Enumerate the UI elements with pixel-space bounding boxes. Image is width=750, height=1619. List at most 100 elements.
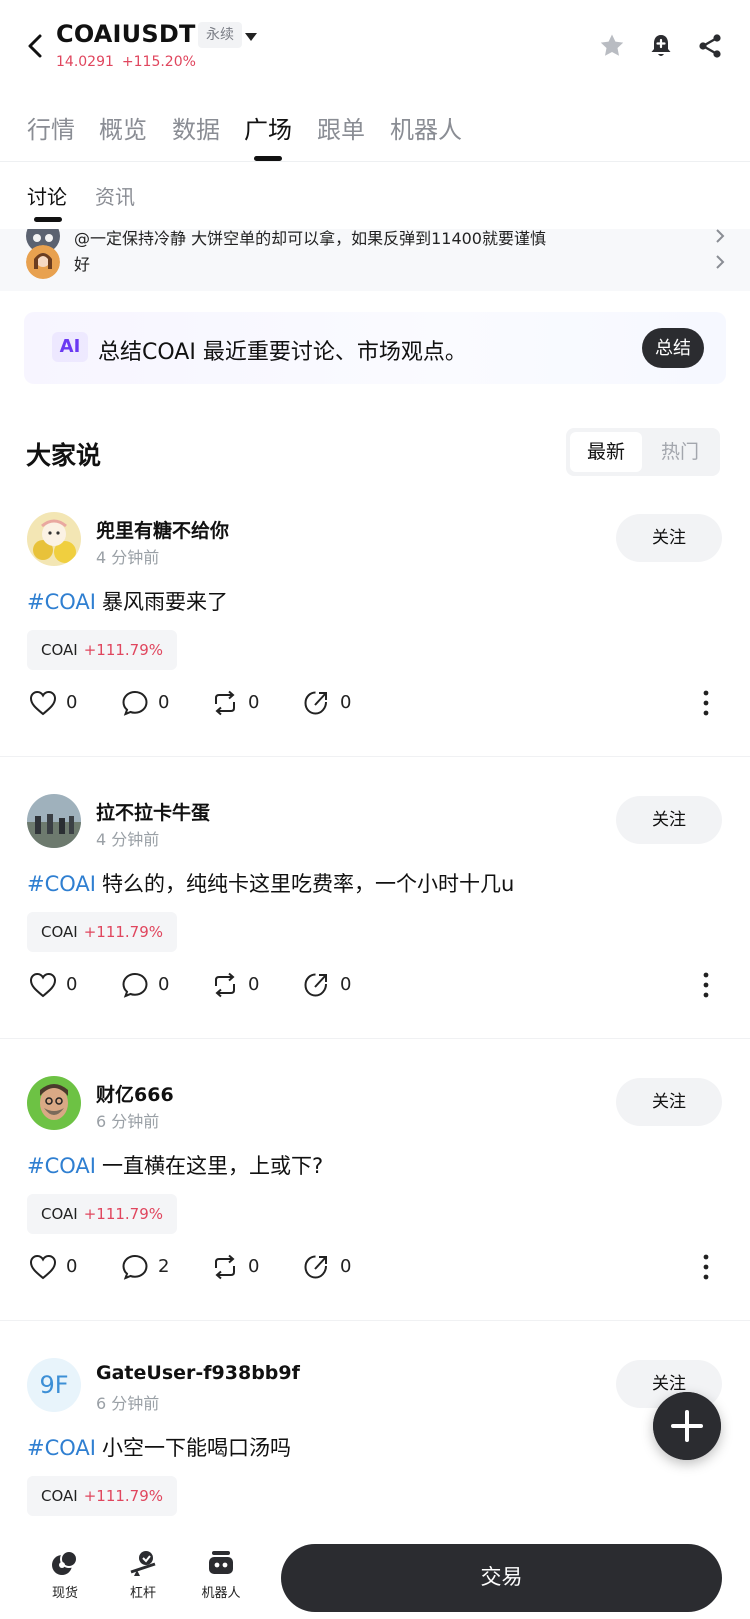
tab-bots[interactable]: 机器人: [390, 110, 462, 145]
pinned-messages: @一定保持冷静 大饼空单的却可以拿，如果反弹到11400就要谨慎 好: [0, 229, 750, 291]
coin-change: +111.79%: [83, 1487, 164, 1505]
subtab-discussion[interactable]: 讨论: [27, 181, 67, 210]
username[interactable]: 兜里有糖不给你: [96, 516, 229, 543]
repost-icon: [215, 972, 235, 998]
summarize-button[interactable]: 总结: [642, 328, 704, 368]
post-time: 4 分钟前: [96, 830, 160, 849]
post-text: 暴风雨要来了: [101, 590, 228, 614]
subtab-news[interactable]: 资讯: [95, 181, 135, 210]
comment-count: 2: [158, 1256, 170, 1277]
post-text: 特么的，纯纯卡这里吃费率，一个小时十几u: [101, 872, 515, 896]
coin-symbol: COAI: [41, 1205, 78, 1223]
coin-chip[interactable]: COAI +111.79%: [27, 1194, 178, 1234]
coin-chip[interactable]: COAI +111.79%: [27, 630, 178, 670]
last-price: 14.0291: [56, 54, 114, 70]
active-tab-indicator: [254, 156, 282, 161]
heart-icon: [29, 972, 57, 998]
share-count: 0: [340, 974, 352, 995]
post-content[interactable]: #COAI 一直横在这里，上或下?: [27, 1150, 323, 1180]
price-line: 14.0291 +115.20%: [56, 54, 196, 70]
ai-summary-text: 总结COAI 最近重要讨论、市场观点。: [98, 340, 467, 365]
tab-data[interactable]: 数据: [172, 110, 220, 145]
post-time: 4 分钟前: [96, 548, 160, 567]
username[interactable]: GateUser-f938bb9f: [96, 1362, 300, 1384]
tab-market[interactable]: 行情: [27, 110, 75, 145]
follow-button[interactable]: 关注: [616, 1078, 722, 1126]
more-vertical-icon[interactable]: [700, 970, 712, 1000]
username[interactable]: 拉不拉卡牛蛋: [96, 798, 210, 825]
chevron-right-icon: [716, 229, 725, 243]
share-arrow-icon: [304, 1255, 327, 1279]
post-content[interactable]: #COAI 暴风雨要来了: [27, 586, 228, 616]
hashtag-link[interactable]: #COAI: [27, 1436, 96, 1460]
tab-square[interactable]: 广场: [244, 110, 292, 145]
avatar[interactable]: [27, 1076, 81, 1130]
repost-count: 0: [248, 1256, 260, 1277]
divider: [0, 1320, 750, 1321]
pinned-text: 好: [74, 255, 91, 274]
nav-label: 杠杆: [129, 1586, 156, 1601]
pair-title[interactable]: COAIUSDT: [56, 20, 196, 48]
create-post-plus-icon[interactable]: [653, 1392, 721, 1460]
repost-count: 0: [248, 974, 260, 995]
caret-down-icon[interactable]: [244, 32, 258, 42]
like-count: 0: [66, 692, 78, 713]
nav-spot[interactable]: 现货: [32, 1548, 98, 1601]
hashtag-link[interactable]: #COAI: [27, 590, 96, 614]
tab-copy-trading[interactable]: 跟单: [317, 110, 365, 145]
sub-tab-bar: 讨论 资讯: [0, 163, 750, 229]
ai-badge: AI: [52, 332, 88, 362]
margin-scale-icon: [130, 1551, 156, 1576]
username[interactable]: 财亿666: [96, 1080, 174, 1107]
post-content[interactable]: #COAI 小空一下能喝口汤吗: [27, 1432, 291, 1462]
feed-title: 大家说: [26, 441, 102, 470]
divider: [0, 1038, 750, 1039]
hashtag-link[interactable]: #COAI: [27, 1154, 96, 1178]
share-icon[interactable]: [696, 32, 724, 60]
chevron-right-icon: [716, 255, 725, 269]
trade-button[interactable]: 交易: [281, 1544, 722, 1612]
price-change: +115.20%: [121, 54, 196, 70]
nav-margin[interactable]: 杠杆: [110, 1548, 176, 1601]
nav-label: 机器人: [201, 1586, 241, 1601]
spot-coins-icon: [52, 1550, 78, 1575]
coin-change: +111.79%: [83, 1205, 164, 1223]
comment-bubble-icon: [122, 972, 148, 998]
repost-count: 0: [248, 692, 260, 713]
sort-hot[interactable]: 热门: [644, 432, 716, 472]
coin-chip[interactable]: COAI +111.79%: [27, 912, 178, 952]
avatar[interactable]: [27, 794, 81, 848]
hashtag-link[interactable]: #COAI: [27, 872, 96, 896]
sort-latest[interactable]: 最新: [570, 432, 642, 472]
repost-icon: [215, 690, 235, 716]
comment-bubble-icon: [122, 690, 148, 716]
pinned-item[interactable]: 好: [26, 245, 726, 279]
divider: [0, 756, 750, 757]
avatar[interactable]: [27, 512, 81, 566]
share-count: 0: [340, 1256, 352, 1277]
repost-icon: [215, 1254, 235, 1280]
comment-count: 0: [158, 692, 170, 713]
nav-bot[interactable]: 机器人: [188, 1548, 254, 1601]
back-arrow-icon[interactable]: [24, 30, 48, 62]
sort-toggle: 最新 热门: [566, 428, 720, 476]
heart-icon: [29, 690, 57, 716]
more-vertical-icon[interactable]: [700, 1252, 712, 1282]
active-subtab-indicator: [34, 217, 62, 222]
coin-chip[interactable]: COAI +111.79%: [27, 1476, 178, 1516]
follow-button[interactable]: 关注: [616, 796, 722, 844]
bottom-bar: 现货 杠杆 机器人 交易: [0, 1540, 750, 1619]
main-tab-bar: 行情 概览 数据 广场 跟单 机器人: [0, 104, 750, 162]
post-time: 6 分钟前: [96, 1394, 160, 1413]
avatar[interactable]: 9F: [27, 1358, 81, 1412]
post-content[interactable]: #COAI 特么的，纯纯卡这里吃费率，一个小时十几u: [27, 868, 514, 898]
share-arrow-icon: [304, 973, 327, 997]
star-favorite-icon[interactable]: [598, 32, 626, 60]
coin-change: +111.79%: [83, 923, 164, 941]
post-text: 一直横在这里，上或下?: [101, 1154, 324, 1178]
avatar: [26, 245, 60, 279]
tab-overview[interactable]: 概览: [99, 110, 147, 145]
follow-button[interactable]: 关注: [616, 514, 722, 562]
add-alert-bell-icon[interactable]: [647, 32, 675, 60]
more-vertical-icon[interactable]: [700, 688, 712, 718]
